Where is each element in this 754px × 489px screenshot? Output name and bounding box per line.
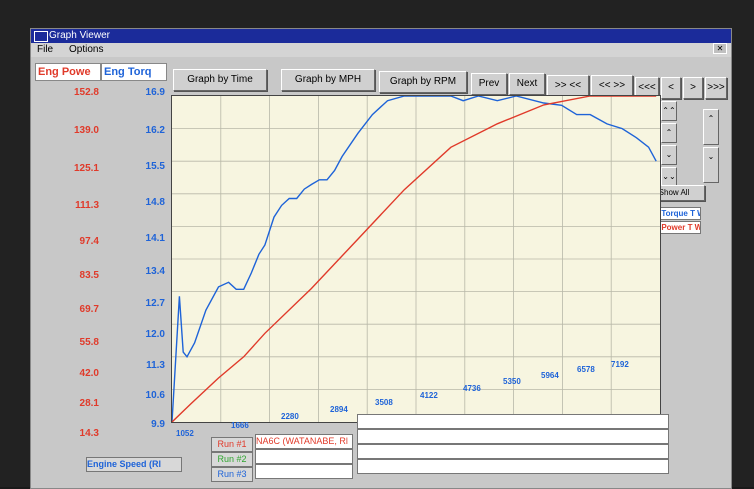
scale-up-icon[interactable]: ⌃	[661, 123, 677, 143]
torque-tick: 13.4	[145, 266, 165, 277]
power-axis-header: Eng Powe	[35, 63, 101, 81]
run-1[interactable]: Run #1	[211, 437, 253, 452]
x-tick: 5350	[503, 377, 521, 386]
scroll-last-button[interactable]: >>>	[705, 77, 727, 99]
next-button[interactable]: Next	[509, 73, 545, 95]
x-tick: 4736	[463, 384, 481, 393]
menu-file[interactable]: File	[37, 43, 53, 57]
info-row	[357, 429, 669, 444]
graph-by-time-button[interactable]: Graph by Time	[173, 69, 267, 91]
power-tick: 152.8	[73, 87, 99, 98]
torque-axis-header: Eng Torq	[101, 63, 167, 81]
torque-tick: 9.9	[151, 419, 165, 430]
torque-tick: 12.7	[145, 298, 165, 309]
torque-tick: 14.1	[145, 233, 165, 244]
scale-down-fast-icon[interactable]: ⌄⌄	[661, 167, 677, 187]
x-tick: 3508	[375, 398, 393, 407]
info-row	[357, 444, 669, 459]
power-tick: 97.4	[79, 236, 99, 247]
menu-options[interactable]: Options	[69, 43, 103, 57]
graph-by-mph-button[interactable]: Graph by MPH	[281, 69, 375, 91]
app-icon	[34, 31, 48, 42]
offset-up-icon[interactable]: ⌃	[703, 109, 719, 145]
menu-bar: File Options ✕	[31, 43, 731, 57]
x-axis-channel[interactable]: Engine Speed (Rl	[86, 457, 182, 472]
zoom-in-button[interactable]: >> <<	[547, 75, 589, 97]
power-tick: 14.3	[79, 428, 99, 439]
torque-tick: 15.5	[145, 161, 165, 172]
vehicle-label-3	[255, 464, 353, 479]
torque-tick: 12.0	[145, 329, 165, 340]
x-tick: 2894	[330, 405, 348, 414]
info-row	[357, 459, 669, 474]
prev-button[interactable]: Prev	[471, 73, 507, 95]
x-tick: 6578	[577, 365, 595, 374]
power-tick: 139.0	[73, 125, 99, 136]
title-bar: Graph Viewer	[31, 29, 731, 43]
scale-down-icon[interactable]: ⌄	[661, 145, 677, 165]
power-tick: 55.8	[79, 337, 99, 348]
scale-up-fast-icon[interactable]: ⌃⌃	[661, 101, 677, 121]
offset-down-icon[interactable]: ⌄	[703, 147, 719, 183]
torque-tick: 16.9	[145, 87, 165, 98]
power-tick: 69.7	[79, 304, 99, 315]
graph-by-rpm-button[interactable]: Graph by RPM	[379, 71, 467, 93]
power-tick: 83.5	[79, 270, 99, 281]
x-tick: 1052	[176, 429, 194, 438]
vehicle-label: NA6C (WATANABE, Rl	[255, 434, 353, 449]
graph-viewer-window: Graph Viewer File Options ✕ Eng Powe Eng…	[30, 28, 732, 489]
close-icon[interactable]: ✕	[713, 43, 727, 54]
power-tick: 125.1	[73, 163, 99, 174]
scroll-prev-button[interactable]: <	[661, 77, 681, 99]
run-2[interactable]: Run #2	[211, 452, 253, 467]
vehicle-label-2	[255, 449, 353, 464]
x-tick: 4122	[420, 391, 438, 400]
torque-tick: 10.6	[145, 390, 165, 401]
run-3[interactable]: Run #3	[211, 467, 253, 482]
x-tick: 5964	[541, 371, 559, 380]
power-tick: 42.0	[79, 368, 99, 379]
scroll-next-button[interactable]: >	[683, 77, 703, 99]
zoom-out-button[interactable]: << >>	[591, 75, 633, 97]
torque-tick: 11.3	[146, 360, 165, 371]
x-tick: 7192	[611, 360, 629, 369]
torque-tick: 14.8	[145, 197, 165, 208]
x-tick: 1666	[231, 421, 249, 430]
window-title: Graph Viewer	[49, 30, 110, 41]
info-row	[357, 414, 669, 429]
power-tick: 28.1	[79, 398, 99, 409]
torque-tick: 16.2	[145, 125, 165, 136]
x-tick: 2280	[281, 412, 299, 421]
power-tick: 111.3	[75, 200, 99, 211]
